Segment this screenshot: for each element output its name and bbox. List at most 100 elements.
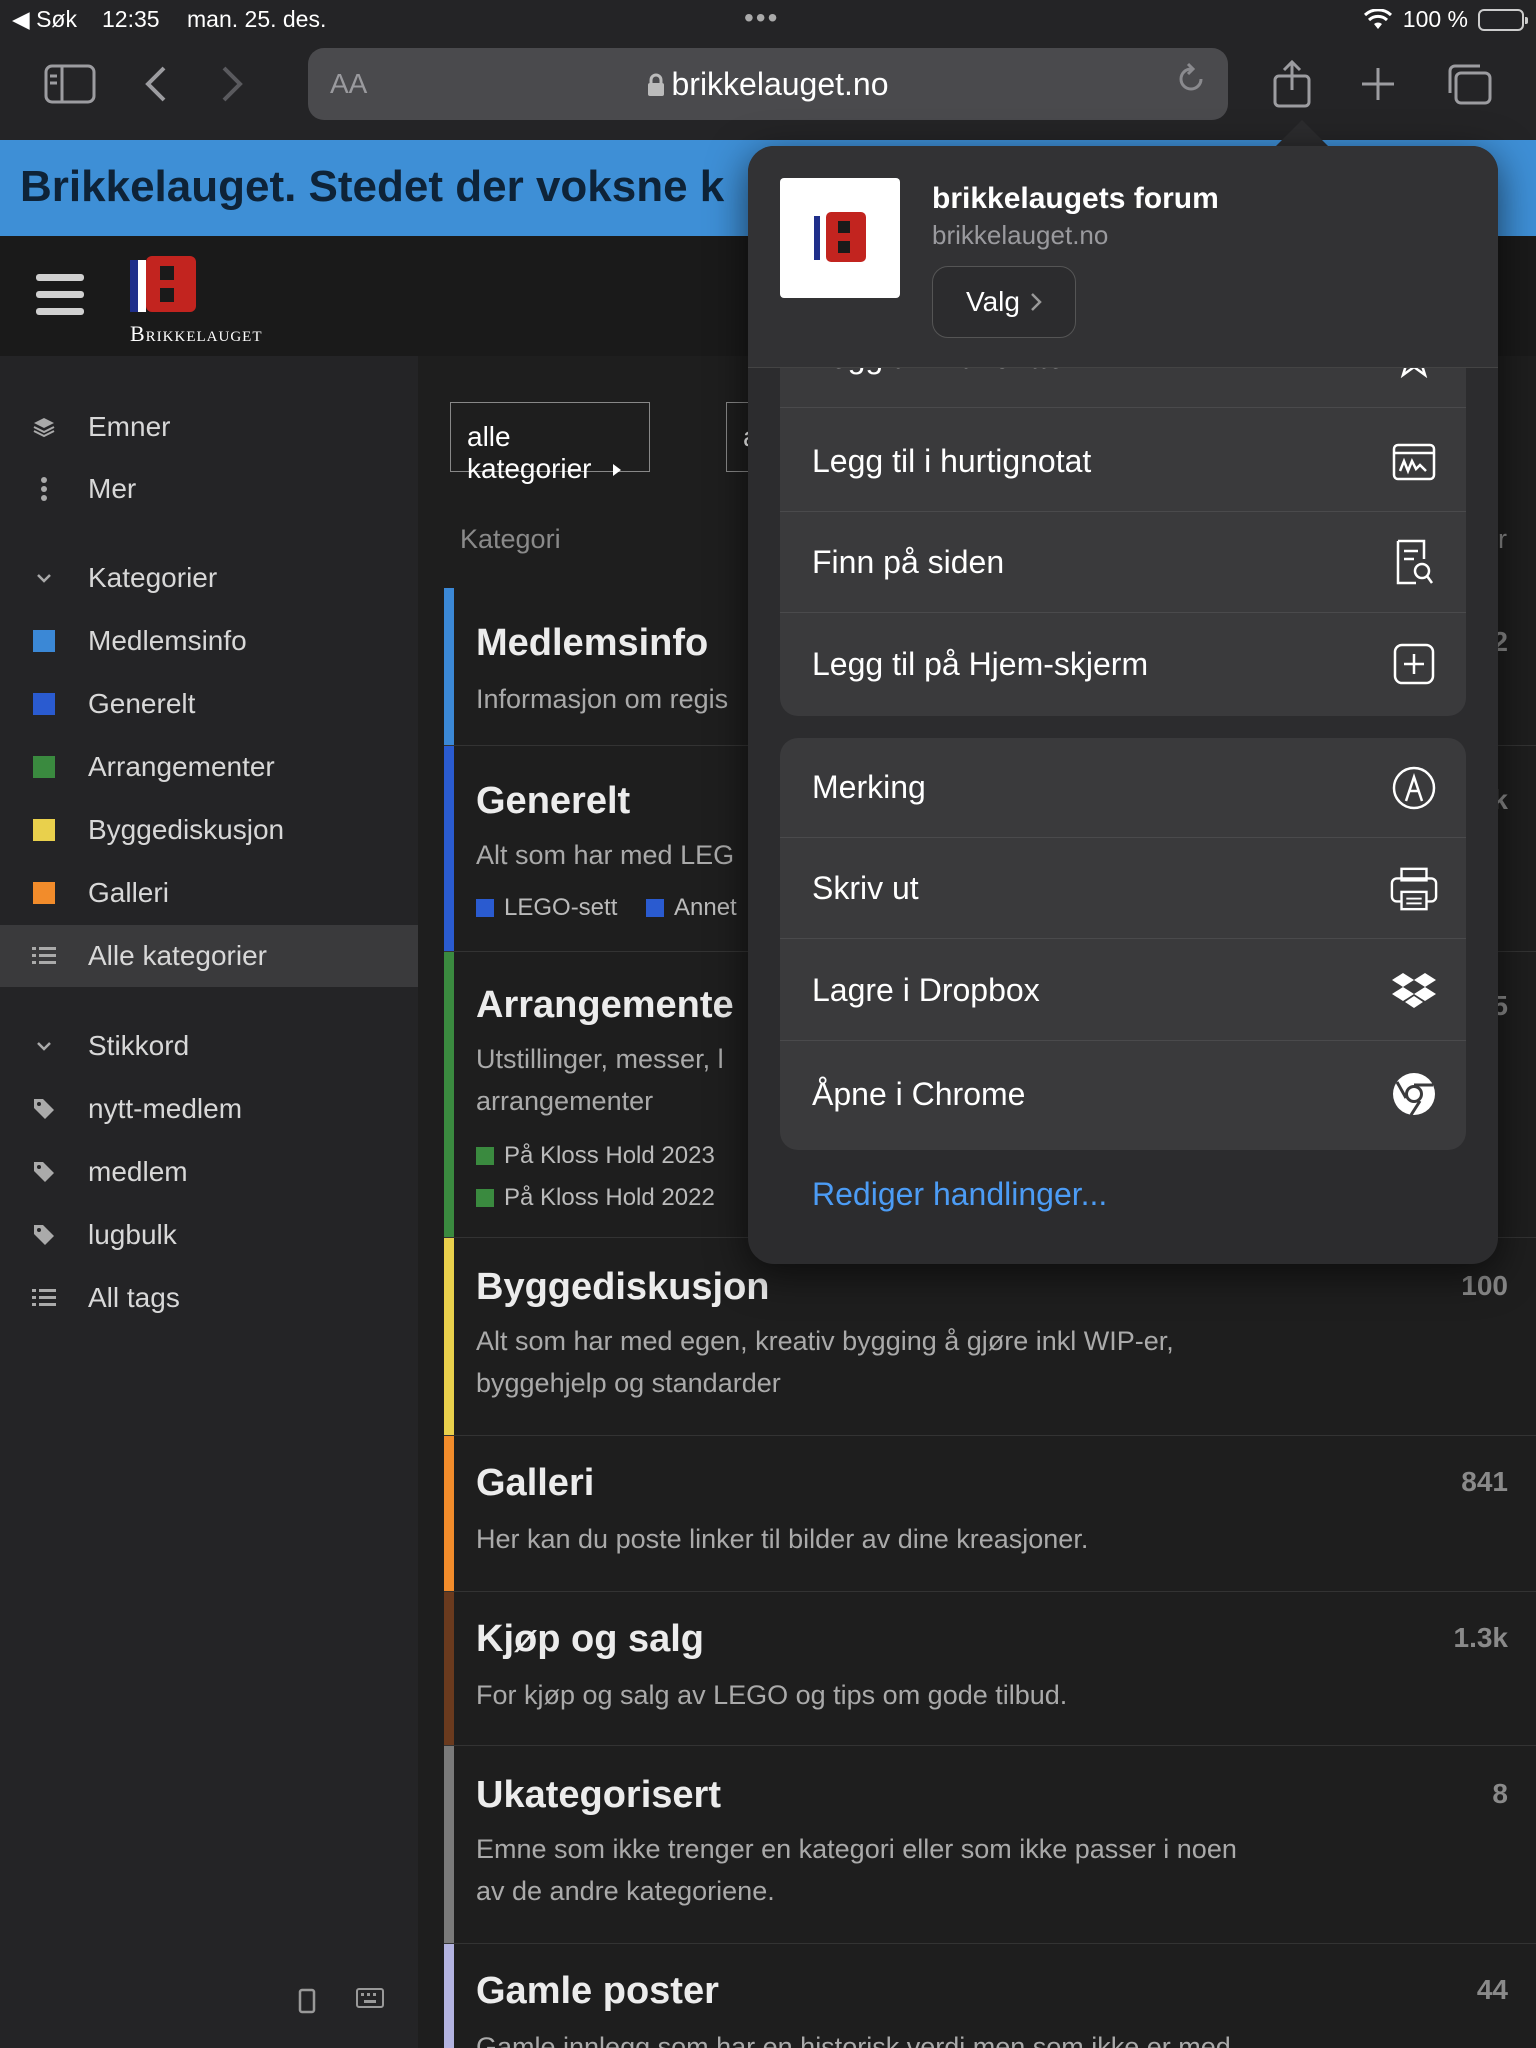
subcategory-link[interactable]: På Kloss Hold 2022 xyxy=(476,1184,715,1212)
layers-icon xyxy=(0,416,88,438)
status-bar: ◀ Søk 12:35 man. 25. des. ••• 100 % xyxy=(0,0,1536,40)
category-row[interactable]: Ukategorisert Emne som ikke trenger en k… xyxy=(444,1746,1536,1944)
category-title[interactable]: Byggediskusjon xyxy=(476,1266,770,1309)
category-filter-dropdown[interactable]: alle kategorier xyxy=(450,402,650,484)
category-color-swatch xyxy=(33,693,55,715)
sidebar-item-galleri[interactable]: Galleri xyxy=(0,862,418,924)
sidebar-item-all-tags[interactable]: All tags xyxy=(0,1267,418,1329)
category-title[interactable]: Gamle poster xyxy=(476,1970,719,2013)
vertical-ellipsis-icon xyxy=(0,476,88,502)
category-title[interactable]: Ukategorisert xyxy=(476,1774,721,1817)
markup-icon xyxy=(1390,764,1438,812)
sidebar-item-label: All tags xyxy=(88,1282,180,1313)
sidebar-item-all-categories[interactable]: Alle kategorier xyxy=(0,925,418,987)
site-thumbnail xyxy=(780,178,900,298)
banner-text: Brikkelauget. Stedet der voksne k xyxy=(20,162,725,211)
sidebar-item-label: Arrangementer xyxy=(88,751,275,782)
wifi-icon xyxy=(1363,8,1392,29)
mobile-view-icon[interactable] xyxy=(298,1988,316,2014)
category-title[interactable]: Kjøp og salg xyxy=(476,1618,704,1661)
sidebar-toggle-icon[interactable] xyxy=(42,60,98,108)
category-title[interactable]: Arrangemente xyxy=(476,984,734,1027)
chevron-down-icon xyxy=(0,1041,88,1051)
category-row[interactable]: Byggediskusjon Alt som har med egen, kre… xyxy=(444,1238,1536,1436)
category-row[interactable]: Kjøp og salg For kjøp og salg av LEGO og… xyxy=(444,1592,1536,1746)
action-add-to-home-screen[interactable]: Legg til på Hjem-skjerm xyxy=(780,614,1466,714)
category-row[interactable]: Galleri Her kan du poste linker til bild… xyxy=(444,1436,1536,1592)
category-title[interactable]: Medlemsinfo xyxy=(476,622,708,665)
topic-count: 100 xyxy=(1461,1270,1508,1301)
action-find-on-page[interactable]: Finn på siden xyxy=(780,513,1466,613)
url-text: brikkelauget.no xyxy=(671,66,889,102)
sidebar-item-arrangementer[interactable]: Arrangementer xyxy=(0,736,418,798)
sidebar-item-label: Generelt xyxy=(88,688,196,719)
sidebar: Emner Mer Kategorier Medlemsinfo Generel… xyxy=(0,356,418,2048)
share-options-button[interactable]: Valg xyxy=(932,266,1076,338)
site-logo[interactable]: Brikkelauget xyxy=(130,256,263,347)
category-color-swatch xyxy=(33,882,55,904)
share-sheet-arrow xyxy=(1274,120,1330,148)
sidebar-tag-lugbulk[interactable]: lugbulk xyxy=(0,1204,418,1266)
sidebar-item-label: lugbulk xyxy=(88,1219,177,1250)
sidebar-item-generelt[interactable]: Generelt xyxy=(0,673,418,735)
category-color-swatch xyxy=(33,630,55,652)
topic-count: 8 xyxy=(1492,1778,1508,1809)
category-row[interactable]: Gamle poster Gamle innlegg som har en hi… xyxy=(444,1944,1536,2048)
new-tab-icon[interactable] xyxy=(1350,60,1406,108)
list-icon xyxy=(0,946,88,966)
edit-actions-link[interactable]: Rediger handlinger... xyxy=(812,1176,1107,1213)
brikkelauget-logo-icon xyxy=(130,256,196,312)
categories-section-toggle[interactable]: Kategorier xyxy=(0,547,418,609)
action-open-chrome[interactable]: Åpne i Chrome xyxy=(780,1044,1466,1144)
category-description: For kjøp og salg av LEGO og tips om gode… xyxy=(476,1680,1068,1710)
subcategory-link[interactable]: På Kloss Hold 2023 xyxy=(476,1142,715,1170)
category-title[interactable]: Generelt xyxy=(476,780,630,823)
category-description: Emne som ikke trenger en kategori eller … xyxy=(476,1834,1237,1906)
multitasking-dots-icon[interactable]: ••• xyxy=(744,2,779,34)
sidebar-item-label: Mer xyxy=(88,473,137,504)
sidebar-tag-nytt-medlem[interactable]: nytt-medlem xyxy=(0,1078,418,1140)
list-icon xyxy=(0,1288,88,1308)
battery-icon xyxy=(1478,8,1528,31)
address-bar[interactable]: AA brikkelauget.no xyxy=(308,48,1228,120)
chevron-down-icon xyxy=(0,573,88,583)
column-header-topics: r xyxy=(1498,524,1507,554)
share-site-name: brikkelaugets forum xyxy=(932,182,1219,215)
tag-icon xyxy=(0,1160,88,1184)
category-title[interactable]: Galleri xyxy=(476,1462,594,1505)
hamburger-menu-icon[interactable] xyxy=(36,274,84,316)
share-icon[interactable] xyxy=(1264,60,1320,108)
sidebar-tag-medlem[interactable]: medlem xyxy=(0,1141,418,1203)
tabs-overview-icon[interactable] xyxy=(1442,60,1498,108)
sidebar-item-medlemsinfo[interactable]: Medlemsinfo xyxy=(0,610,418,672)
sidebar-item-byggediskusjon[interactable]: Byggediskusjon xyxy=(0,799,418,861)
topic-count: 44 xyxy=(1476,1974,1508,2005)
action-markup[interactable]: Merking xyxy=(780,738,1466,838)
action-quick-note[interactable]: Legg til i hurtignotat xyxy=(780,412,1466,512)
sidebar-item-emner[interactable]: Emner xyxy=(0,396,418,458)
brikkelauget-logo-icon xyxy=(814,212,866,262)
subcategory-link[interactable]: Annet xyxy=(646,894,737,922)
tags-heading: Stikkord xyxy=(88,1030,190,1061)
forward-icon[interactable] xyxy=(204,60,260,108)
topic-count: 1.3k xyxy=(1453,1622,1509,1653)
printer-icon xyxy=(1390,865,1438,913)
categories-heading: Kategorier xyxy=(88,562,218,593)
share-sheet-header: brikkelaugets forum brikkelauget.no Valg xyxy=(748,146,1498,368)
lock-icon xyxy=(648,73,665,96)
column-header-category: Kategori xyxy=(460,524,561,554)
tags-section-toggle[interactable]: Stikkord xyxy=(0,1015,418,1077)
battery-percent: 100 % xyxy=(1402,6,1468,32)
dropbox-icon xyxy=(1390,967,1438,1015)
back-to-app[interactable]: ◀ Søk xyxy=(12,6,77,33)
action-print[interactable]: Skriv ut xyxy=(780,839,1466,939)
share-sheet: brikkelaugets forum brikkelauget.no Valg… xyxy=(748,146,1498,1264)
subcategory-link[interactable]: LEGO-sett xyxy=(476,894,617,922)
keyboard-icon[interactable] xyxy=(356,1988,384,2008)
topic-count: 841 xyxy=(1461,1466,1508,1497)
back-icon[interactable] xyxy=(128,60,184,108)
action-save-dropbox[interactable]: Lagre i Dropbox xyxy=(780,941,1466,1041)
sidebar-item-mer[interactable]: Mer xyxy=(0,458,418,520)
reload-icon[interactable] xyxy=(1174,62,1208,105)
filter-label: alle kategorier xyxy=(467,421,592,484)
